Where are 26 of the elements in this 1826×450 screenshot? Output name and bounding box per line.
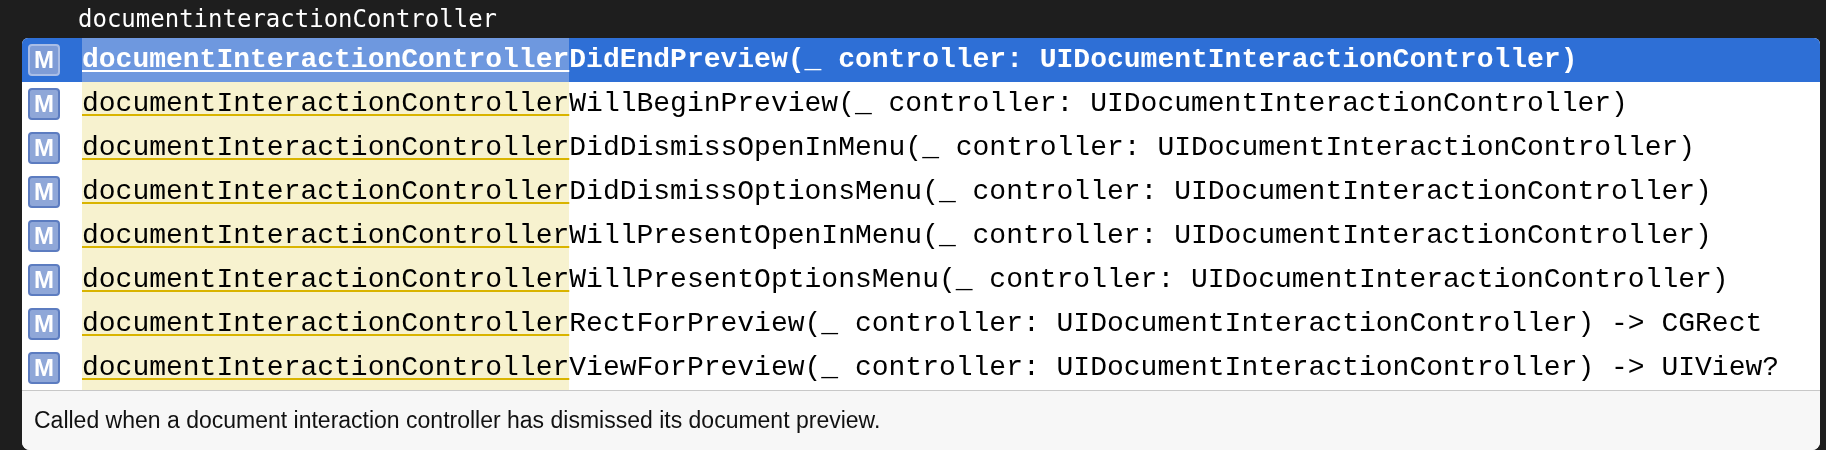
method-icon: M xyxy=(28,132,60,164)
method-signature: documentInteractionControllerWillPresentOptionsMenu(_ controller: UIDocumentInteractionController) xyxy=(82,258,1729,302)
method-signature: documentInteractionControllerDidEndPreview(_ controller: UIDocumentInteractionController) xyxy=(82,38,1578,82)
completion-item[interactable]: M documentInteractionControllerWillBeginPreview(_ controller: UIDocumentInteractionController) xyxy=(22,82,1820,126)
method-icon: M xyxy=(28,220,60,252)
method-signature: documentInteractionControllerWillPresentOpenInMenu(_ controller: UIDocumentInteractionController) xyxy=(82,214,1712,258)
completion-item[interactable]: M documentInteractionControllerDidDismissOptionsMenu(_ controller: UIDocumentInteractionController) xyxy=(22,170,1820,214)
code-line: documentinteractionController xyxy=(78,5,498,33)
completion-item[interactable]: M documentInteractionControllerDidEndPreview(_ controller: UIDocumentInteractionController) xyxy=(22,38,1820,82)
completion-item[interactable]: M documentInteractionControllerRectForPreview(_ controller: UIDocumentInteractionController) -> CGRect xyxy=(22,302,1820,346)
completion-item[interactable]: M documentInteractionControllerDidDismissOpenInMenu(_ controller: UIDocumentInteractionController) xyxy=(22,126,1820,170)
method-icon: M xyxy=(28,264,60,296)
method-icon: M xyxy=(28,176,60,208)
completion-item[interactable]: M documentInteractionControllerWillPresentOptionsMenu(_ controller: UIDocumentInteractionController) xyxy=(22,258,1820,302)
completion-item[interactable]: M documentInteractionControllerWillPresentOpenInMenu(_ controller: UIDocumentInteractionController) xyxy=(22,214,1820,258)
method-signature: documentInteractionControllerRectForPreview(_ controller: UIDocumentInteractionController) -> CGRect xyxy=(82,302,1763,346)
method-signature: documentInteractionControllerDidDismissOpenInMenu(_ controller: UIDocumentInteractionController) xyxy=(82,126,1696,170)
description-text: Called when a document interaction controller has dismissed its document preview. xyxy=(22,390,1820,450)
method-icon: M xyxy=(28,44,60,76)
completion-item[interactable]: M documentInteractionControllerViewForPreview(_ controller: UIDocumentInteractionController) -> UIView? xyxy=(22,346,1820,390)
method-icon: M xyxy=(28,352,60,384)
method-signature: documentInteractionControllerViewForPreview(_ controller: UIDocumentInteractionController) -> UIView? xyxy=(82,346,1780,390)
method-signature: documentInteractionControllerDidDismissOptionsMenu(_ controller: UIDocumentInteractionController) xyxy=(82,170,1712,214)
method-signature: documentInteractionControllerWillBeginPreview(_ controller: UIDocumentInteractionController) xyxy=(82,82,1628,126)
method-icon: M xyxy=(28,308,60,340)
method-icon: M xyxy=(28,88,60,120)
